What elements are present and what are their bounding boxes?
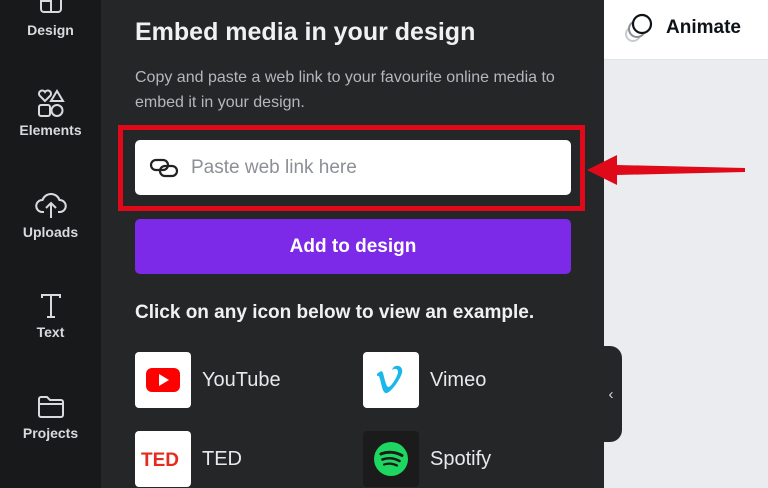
collapse-panel-handle[interactable]: ‹ bbox=[600, 346, 622, 442]
panel-description: Copy and paste a web link to your favour… bbox=[135, 69, 555, 111]
vimeo-icon bbox=[377, 365, 403, 394]
design-icon bbox=[39, 0, 62, 13]
sidebar-item-elements[interactable]: Elements bbox=[0, 88, 101, 138]
left-sidebar: Design Elements Uploads Text Projects bbox=[0, 0, 101, 488]
service-name: Vimeo bbox=[430, 368, 487, 391]
animate-label: Animate bbox=[666, 17, 741, 38]
service-name: Spotify bbox=[430, 447, 492, 470]
web-link-field[interactable] bbox=[135, 140, 571, 195]
sidebar-item-text[interactable]: Text bbox=[0, 292, 101, 340]
annotation-arrow-icon bbox=[587, 155, 745, 185]
vimeo-tile[interactable] bbox=[363, 352, 419, 408]
example-heading: Click on any icon below to view an examp… bbox=[135, 302, 535, 323]
service-ted[interactable]: TED TED bbox=[135, 431, 242, 487]
spotify-tile[interactable] bbox=[363, 431, 419, 487]
animate-button[interactable]: Animate bbox=[624, 10, 741, 46]
svg-text:TED: TED bbox=[141, 450, 179, 469]
animate-icon bbox=[625, 13, 653, 42]
service-name: TED bbox=[202, 447, 242, 470]
sidebar-item-label: Text bbox=[36, 324, 65, 340]
sidebar-item-design[interactable]: Design bbox=[0, 0, 101, 38]
folder-icon bbox=[37, 396, 64, 418]
youtube-tile[interactable] bbox=[135, 352, 191, 408]
sidebar-item-label: Design bbox=[27, 22, 74, 38]
chevron-left-icon: ‹ bbox=[608, 385, 614, 403]
upload-cloud-icon bbox=[34, 193, 67, 218]
panel-title: Embed media in your design bbox=[135, 18, 476, 46]
ted-icon: TED bbox=[141, 450, 179, 469]
sidebar-item-projects[interactable]: Projects bbox=[0, 393, 101, 441]
embed-panel: Embed media in your design Copy and past… bbox=[101, 0, 604, 488]
sidebar-item-label: Uploads bbox=[22, 224, 79, 240]
spotify-icon bbox=[374, 442, 408, 476]
sidebar-item-label: Elements bbox=[19, 122, 82, 138]
ted-tile[interactable]: TED bbox=[135, 431, 191, 487]
elements-icon bbox=[37, 89, 65, 117]
top-toolbar: Animate bbox=[604, 0, 768, 60]
link-icon bbox=[149, 158, 179, 178]
web-link-input[interactable] bbox=[191, 140, 561, 195]
add-to-design-button[interactable]: Add to design bbox=[135, 219, 571, 274]
sidebar-item-label: Projects bbox=[22, 425, 79, 441]
youtube-icon bbox=[146, 368, 180, 392]
text-icon bbox=[40, 294, 61, 318]
sidebar-item-uploads[interactable]: Uploads bbox=[0, 190, 101, 240]
service-spotify[interactable]: Spotify bbox=[363, 431, 491, 487]
service-vimeo[interactable]: Vimeo bbox=[363, 352, 486, 408]
service-name: YouTube bbox=[202, 368, 281, 391]
service-youtube[interactable]: YouTube bbox=[135, 352, 281, 408]
